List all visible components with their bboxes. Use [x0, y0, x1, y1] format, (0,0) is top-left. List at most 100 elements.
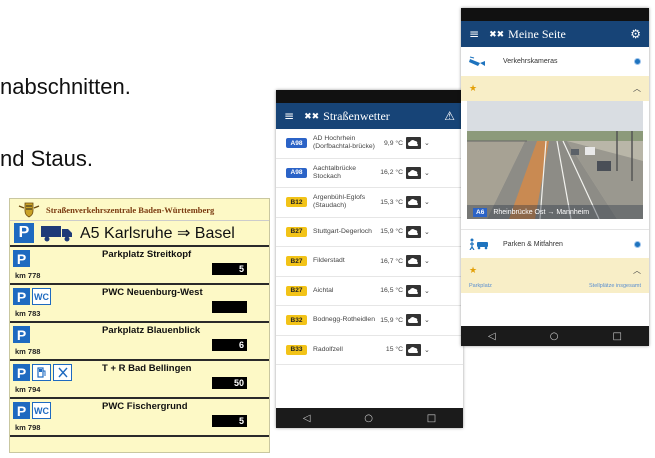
parking-km: km 783 [15, 309, 41, 318]
android-nav-bar: ◁ ○ □ [461, 326, 649, 346]
parking-columns-header: Parkplatz Stellplätze insgesamt [461, 283, 649, 293]
station-temp: 15,3 °C [380, 198, 403, 206]
parking-row[interactable]: P WC km 798 PWC Fischergrund 5 [10, 399, 269, 437]
weather-row[interactable]: B27 Aichtal 16,5 °C ⌄ [276, 277, 463, 306]
chevron-down-icon[interactable]: ⌄ [424, 346, 430, 354]
menu-icon[interactable]: ≡ [469, 27, 479, 41]
weather-icon [406, 137, 421, 150]
parking-p-icon: P [13, 326, 30, 343]
camera-caption: A6 Rheinbrücke Ost → Mannheim [467, 205, 643, 219]
app-bar-title: Meine Seite [508, 26, 566, 41]
app-bar: ≡ ✖✖ Straßenwetter ⚠ [276, 103, 463, 129]
parking-p-icon: P [13, 402, 30, 419]
parking-km: km 778 [15, 271, 41, 280]
home-icon[interactable]: ○ [550, 331, 559, 342]
column-parking: Parkplatz [469, 283, 492, 289]
station-temp: 9,9 °C [384, 139, 403, 147]
road-badge: B32 [286, 315, 307, 326]
weather-row[interactable]: B33 Radolfzell 15 °C ⌄ [276, 336, 463, 365]
weather-station-list: A98 AD Hochrhein (Dorfbachtal-brücke) 9,… [276, 129, 463, 365]
parking-name: T + R Bad Bellingen [102, 363, 192, 374]
chevron-up-icon[interactable]: ︿ [633, 265, 641, 276]
parking-row[interactable]: P km 794 T + R Bad Bellingen 50 [10, 361, 269, 399]
parking-p-icon: P [13, 250, 30, 267]
camera-image[interactable]: A6 Rheinbrücke Ost → Mannheim [467, 101, 643, 219]
parking-p-icon: P [13, 288, 30, 305]
chevron-down-icon[interactable]: ⌄ [424, 169, 430, 177]
chevron-down-icon[interactable]: ⌄ [424, 316, 430, 324]
parking-row[interactable]: P km 778 Parkplatz Streitkopf 5 [10, 247, 269, 285]
chevron-down-icon[interactable]: ⌄ [424, 228, 430, 236]
weather-icon [406, 314, 421, 327]
back-icon[interactable]: ◁ [303, 413, 311, 424]
station-temp: 15,9 °C [380, 316, 403, 324]
road-badge: A6 [473, 207, 488, 217]
parking-p-icon: P [13, 364, 30, 381]
wc-icon: WC [32, 402, 51, 419]
back-icon[interactable]: ◁ [488, 331, 496, 342]
parking-route-label: A5 Karlsruhe ⇒ Basel [80, 225, 235, 242]
truck-icon [40, 224, 74, 242]
favorites-bar[interactable]: ★ ︿ [461, 258, 649, 283]
favorites-bar[interactable]: ★ ︿ [461, 76, 649, 101]
weather-row[interactable]: B27 Filderstadt 16,7 °C ⌄ [276, 247, 463, 277]
star-icon[interactable]: ★ [469, 84, 477, 94]
parking-sign-panel: Straßenverkehrszentrale Baden-Württember… [9, 198, 270, 453]
road-badge: B27 [286, 256, 307, 267]
road-badge: A98 [286, 167, 307, 178]
chevron-down-icon[interactable]: ⌄ [424, 139, 430, 147]
weather-icon [406, 225, 421, 238]
parking-name: PWC Neuenburg-West [102, 287, 203, 298]
card-traffic-cameras[interactable]: Verkehrskameras [461, 47, 649, 76]
coat-of-arms-icon [18, 202, 40, 218]
station-name: Radolfzell [313, 345, 343, 353]
parking-free-count: 6 [212, 339, 247, 351]
card-toggle-dot[interactable] [634, 240, 641, 248]
app-bar: ≡ ✖✖ Meine Seite ⚙ [461, 21, 649, 47]
parking-km: km 798 [15, 423, 41, 432]
station-name: Stuttgart-Degerloch [313, 227, 372, 235]
warning-icon[interactable]: ⚠ [444, 109, 455, 123]
menu-icon[interactable]: ≡ [284, 109, 294, 123]
station-name: Aachtalbrücke Stockach [313, 164, 357, 180]
parking-free-count: 50 [212, 377, 247, 389]
settings-gear-icon[interactable]: ⚙ [630, 27, 641, 41]
weather-row[interactable]: A98 Aachtalbrücke Stockach 16,2 °C ⌄ [276, 159, 463, 188]
phone-my-page: ≡ ✖✖ Meine Seite ⚙ Verkehrskameras ★ ︿ A… [461, 8, 649, 346]
highway-photo [467, 101, 643, 219]
parking-row[interactable]: P WC km 783 PWC Neuenburg-West [10, 285, 269, 323]
station-temp: 15,9 °C [380, 228, 403, 236]
parking-free-count: 5 [212, 415, 247, 427]
star-icon[interactable]: ★ [469, 266, 477, 276]
status-bar [461, 8, 649, 21]
parking-row[interactable]: P km 788 Parkplatz Blauenblick 6 [10, 323, 269, 361]
chevron-down-icon[interactable]: ⌄ [424, 257, 430, 265]
chevron-down-icon[interactable]: ⌄ [424, 198, 430, 206]
weather-row[interactable]: A98 AD Hochrhein (Dorfbachtal-brücke) 9,… [276, 129, 463, 159]
chevron-down-icon[interactable]: ⌄ [424, 287, 430, 295]
park-and-ride-icon [469, 238, 491, 250]
weather-icon [406, 166, 421, 179]
recents-icon[interactable]: □ [427, 413, 436, 424]
weather-row[interactable]: B27 Stuttgart-Degerloch 15,9 °C ⌄ [276, 218, 463, 247]
weather-icon [406, 196, 421, 209]
recents-icon[interactable]: □ [613, 331, 622, 342]
background-text-line2: nd Staus. [0, 146, 93, 171]
chevron-up-icon[interactable]: ︿ [633, 83, 641, 94]
station-temp: 16,5 °C [380, 287, 403, 295]
parking-name: PWC Fischergrund [102, 401, 188, 412]
home-icon[interactable]: ○ [364, 413, 373, 424]
wc-icon: WC [32, 288, 51, 305]
station-name: AD Hochrhein (Dorfbachtal-brücke) [313, 135, 375, 151]
card-title: Verkehrskameras [503, 58, 558, 65]
parking-sign-authority: Straßenverkehrszentrale Baden-Württember… [46, 204, 215, 215]
card-toggle-dot[interactable] [634, 58, 641, 65]
parking-km: km 788 [15, 347, 41, 356]
weather-row[interactable]: B32 Bodnegg-Rotheidlen 15,9 °C ⌄ [276, 306, 463, 336]
app-bar-title: Straßenwetter [323, 108, 390, 123]
weather-row[interactable]: B12 Argenbühl-Eglofs (Staudach) 15,3 °C … [276, 188, 463, 218]
parking-route-row: P A5 Karlsruhe ⇒ Basel [10, 221, 269, 247]
station-name: Bodnegg-Rotheidlen [313, 316, 375, 324]
parking-name: Parkplatz Blauenblick [102, 325, 201, 336]
card-parking[interactable]: Parken & Mitfahren [461, 229, 649, 258]
